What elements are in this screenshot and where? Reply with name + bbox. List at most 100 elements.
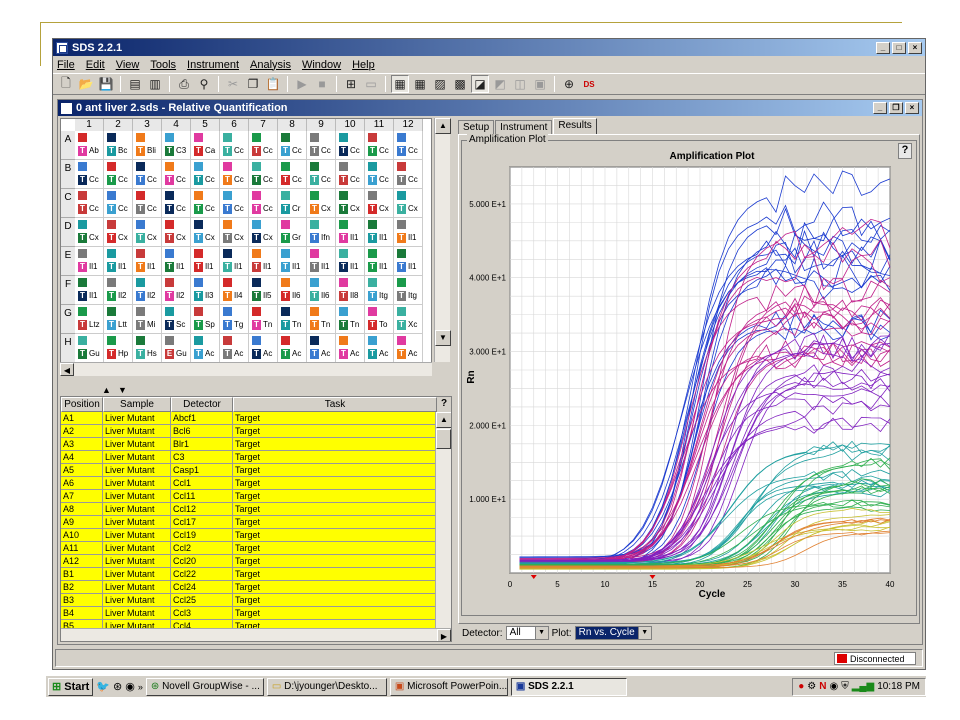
table-cell[interactable]: Target	[233, 477, 437, 490]
plate-well[interactable]: T Xc	[394, 305, 423, 334]
table-cell[interactable]: Liver Mutant	[103, 555, 171, 568]
plate-well[interactable]: T Ltt	[104, 305, 133, 334]
plate-well[interactable]: T Cx	[133, 218, 162, 247]
table-cell[interactable]: Liver Mutant	[103, 529, 171, 542]
plate-well[interactable]: T Ac	[365, 334, 394, 363]
pane-splitter[interactable]: ▲ ▼	[60, 385, 452, 396]
print-icon[interactable]: ⎙	[175, 75, 193, 93]
table-row[interactable]: A10 Liver Mutant Ccl19 Target	[61, 529, 451, 542]
table-row[interactable]: B3 Liver Mutant Ccl25 Target	[61, 594, 451, 607]
firefox-icon[interactable]: ◉	[125, 680, 135, 693]
table-cell[interactable]: A6	[61, 477, 103, 490]
plate-well[interactable]: T Itg	[365, 276, 394, 305]
plate-well[interactable]: T Cx	[307, 189, 336, 218]
scroll-left-icon[interactable]: ◀	[60, 363, 74, 376]
copy-icon[interactable]: ❐	[244, 75, 262, 93]
plate-well[interactable]: T Cx	[336, 189, 365, 218]
plate-well[interactable]: T Sc	[162, 305, 191, 334]
plate-well[interactable]: T To	[365, 305, 394, 334]
plate-export-icon[interactable]: ▥	[146, 75, 164, 93]
plate-well[interactable]: T Cc	[75, 189, 104, 218]
plate-well[interactable]: T Il1	[162, 247, 191, 276]
table-cell[interactable]: A2	[61, 425, 103, 438]
plate-well[interactable]: T Il8	[336, 276, 365, 305]
table-cell[interactable]: Target	[233, 516, 437, 529]
table-cell[interactable]: Liver Mutant	[103, 594, 171, 607]
open-folder-icon[interactable]: 📂	[77, 75, 95, 93]
table-cell[interactable]: Ccl22	[171, 568, 233, 581]
table-cell[interactable]: Casp1	[171, 464, 233, 477]
plate-well[interactable]: T Ca	[191, 131, 220, 160]
table-cell[interactable]: Ccl2	[171, 542, 233, 555]
plate-well[interactable]: T Tn	[336, 305, 365, 334]
plate-well[interactable]: T Il1	[336, 247, 365, 276]
table-cell[interactable]: Target	[233, 607, 437, 620]
plate-well[interactable]: T Cr	[278, 189, 307, 218]
plate-vscroll[interactable]: ▲ ▼	[434, 118, 451, 362]
plate-well[interactable]: T Il1	[75, 247, 104, 276]
plate-well[interactable]: T Ifn	[307, 218, 336, 247]
table-cell[interactable]: Liver Mutant	[103, 568, 171, 581]
plate-well[interactable]: T Il3	[191, 276, 220, 305]
plate-well[interactable]: T Hp	[104, 334, 133, 363]
table-cell[interactable]: B4	[61, 607, 103, 620]
table-cell[interactable]: A5	[61, 464, 103, 477]
table-cell[interactable]: Liver Mutant	[103, 607, 171, 620]
table-row[interactable]: A7 Liver Mutant Ccl11 Target	[61, 490, 451, 503]
table-row[interactable]: A5 Liver Mutant Casp1 Target	[61, 464, 451, 477]
table-cell[interactable]: Ccl25	[171, 594, 233, 607]
plate-well[interactable]: T Cc	[249, 131, 278, 160]
plate-well[interactable]: T Ab	[75, 131, 104, 160]
table-row[interactable]: A9 Liver Mutant Ccl17 Target	[61, 516, 451, 529]
plate-well[interactable]: T Cx	[104, 218, 133, 247]
plate-well[interactable]: T Ac	[220, 334, 249, 363]
table-cell[interactable]: Target	[233, 490, 437, 503]
plate-well[interactable]: T Ac	[336, 334, 365, 363]
tray-icon[interactable]: ◉	[829, 679, 838, 695]
plate-well[interactable]: T Il4	[220, 276, 249, 305]
table-cell[interactable]: A12	[61, 555, 103, 568]
plate-col-label[interactable]: 9	[307, 119, 336, 131]
table-cell[interactable]: Liver Mutant	[103, 490, 171, 503]
plate-well[interactable]: T Il1	[336, 218, 365, 247]
table-cell[interactable]: Target	[233, 581, 437, 594]
signal-icon[interactable]: ▂▄▆	[852, 679, 874, 695]
tray-icon[interactable]: ●	[798, 679, 804, 695]
table-row[interactable]: B4 Liver Mutant Ccl3 Target	[61, 607, 451, 620]
table-cell[interactable]: Target	[233, 464, 437, 477]
plate-col-label[interactable]: 5	[191, 119, 220, 131]
plate-well[interactable]: T Ac	[191, 334, 220, 363]
table-vscroll[interactable]: ▲	[435, 412, 451, 628]
plate-well[interactable]: T Ac	[394, 334, 423, 363]
plate-well[interactable]: T Il1	[365, 247, 394, 276]
menu-help[interactable]: Help	[352, 59, 375, 71]
plate-grid[interactable]: 1 2 3 4 5 6 7 8 9 10 11 12 A T Ab T Bc T Bli T C3 T Ca T Cc T Cc T C…	[60, 118, 432, 376]
plate-well[interactable]: T Ltz	[75, 305, 104, 334]
plate-row-label[interactable]: D	[61, 218, 75, 247]
scroll-down-icon[interactable]: ▼	[435, 330, 451, 346]
plate-well[interactable]: T Cc	[249, 189, 278, 218]
task-sds[interactable]: ▣ SDS 2.2.1	[510, 677, 627, 696]
tray-icon[interactable]: ⚙	[807, 679, 816, 695]
plate-well[interactable]: T Cx	[191, 218, 220, 247]
plate-well[interactable]: T Mi	[133, 305, 162, 334]
cut-icon[interactable]: ✂	[224, 75, 242, 93]
table-cell[interactable]: A4	[61, 451, 103, 464]
plate-well[interactable]: T Bli	[133, 131, 162, 160]
table-scroll-up-icon[interactable]: ▲	[436, 412, 451, 428]
scroll-up-icon[interactable]: ▲	[435, 118, 451, 134]
table-cell[interactable]: Target	[233, 594, 437, 607]
std-curve-icon[interactable]: ◩	[491, 75, 509, 93]
plate-row-label[interactable]: A	[61, 131, 75, 160]
plate-well[interactable]: T Il6	[278, 276, 307, 305]
component-icon[interactable]: ▣	[531, 75, 549, 93]
table-cell[interactable]: Ccl1	[171, 477, 233, 490]
results-view-icon[interactable]: ▨	[431, 75, 449, 93]
plate-col-label[interactable]: 12	[394, 119, 423, 131]
quicklaunch-icon[interactable]: 🐦	[96, 680, 110, 693]
plate-view-icon[interactable]: ▦	[391, 75, 409, 93]
plate-well[interactable]: T Cc	[75, 160, 104, 189]
plate-well[interactable]: T Il1	[191, 247, 220, 276]
plate-well[interactable]: T Ac	[249, 334, 278, 363]
table-cell[interactable]: B2	[61, 581, 103, 594]
